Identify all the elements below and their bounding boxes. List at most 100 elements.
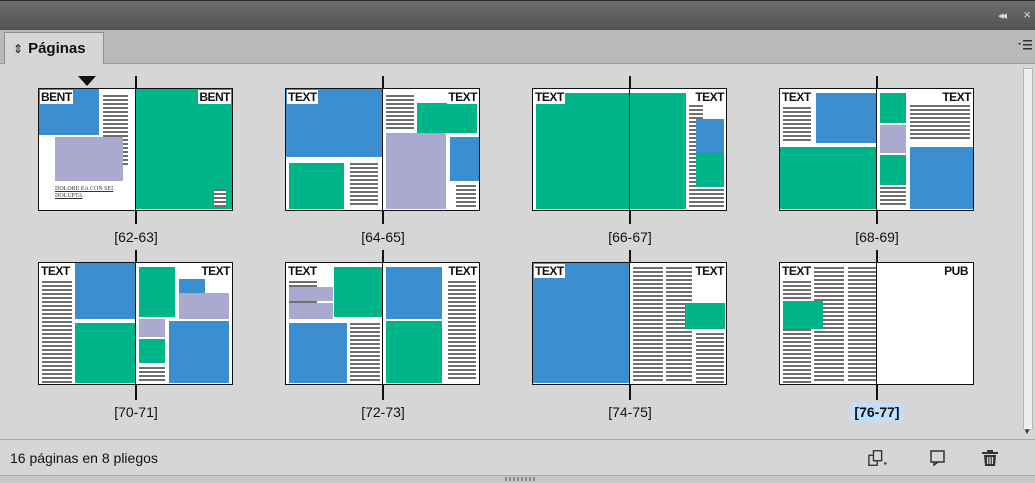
text-block [880,187,906,207]
status-bar: 16 páginas en 8 pliegos [0,439,1035,475]
image-block [386,321,442,383]
page-count-text: 16 páginas en 8 pliegos [10,450,158,466]
image-block [783,301,823,329]
image-block [289,287,333,301]
spread-label[interactable]: [70-71] [76,404,196,420]
spread-thumbnail[interactable]: TEXT TEXT [532,262,727,385]
left-master-tag: TEXT [781,264,812,278]
vertical-scrollbar[interactable]: ▼ [1019,64,1035,439]
spread-label[interactable]: [64-65] [323,229,443,245]
tab-pages[interactable]: ⇕ Páginas [4,32,104,64]
spread-thumbnail[interactable]: TEXT TEXT [285,88,480,211]
spread-label[interactable]: [62-63] [76,229,196,245]
left-master-tag: TEXT [534,90,565,104]
image-block [386,133,446,209]
spine [134,263,137,384]
spread-thumbnail[interactable]: TEXT TEXT [779,88,974,211]
image-block [880,93,906,123]
image-block [417,103,477,133]
image-block [910,147,973,209]
text-block [139,367,165,381]
image-block [880,125,906,153]
image-block [816,93,876,143]
image-block [139,319,165,337]
image-block [696,119,724,153]
spread-label[interactable]: [74-75] [570,404,690,420]
spread-label[interactable]: [68-69] [817,229,937,245]
spine [134,89,137,210]
grip-dots [505,477,535,481]
left-master-tag: TEXT [40,264,71,278]
image-block [533,263,629,383]
spread-label[interactable]: [72-73] [323,404,443,420]
page-size-icon[interactable] [868,448,888,468]
text-block [910,105,970,141]
pages-panel: ◂◂ × ⇕ Páginas BENT BENT DOLORE EA CON S… [0,0,1035,483]
left-master-tag: TEXT [287,264,318,278]
spread-label-selected[interactable]: [76-77] [817,403,937,421]
new-page-icon[interactable] [928,448,948,468]
spine [381,263,384,384]
up-down-arrows-icon: ⇕ [13,41,24,56]
panel-title-strip: ◂◂ × [0,0,1035,30]
image-block [75,263,135,319]
text-block [783,281,811,383]
selected-label-text: [76-77] [851,403,903,421]
right-master-tag: PUB [943,264,969,278]
image-block [179,279,205,293]
image-block [289,323,347,383]
image-block [169,321,229,383]
right-master-tag: TEXT [941,90,972,104]
text-block [386,95,414,129]
collapse-panel-icon[interactable]: ◂◂ [998,9,1007,22]
caption-text: DOLORE EA CON SEI DOLUPTA [55,186,114,199]
text-block [448,281,476,381]
image-block [55,137,123,181]
text-block [456,185,476,207]
panel-resize-grip[interactable] [0,475,1035,483]
spreads-area[interactable]: BENT BENT DOLORE EA CON SEI DOLUPTA [62-… [8,64,1018,439]
image-block [179,293,229,319]
spine [875,263,878,384]
right-master-tag: TEXT [200,264,231,278]
image-block [880,155,906,185]
text-block [696,333,724,383]
right-master-tag: TEXT [694,90,725,104]
right-master-tag: TEXT [447,264,478,278]
spine [381,89,384,210]
image-block [334,267,382,317]
image-block [536,93,686,209]
text-block [848,267,876,383]
close-icon[interactable]: × [1023,7,1031,22]
trash-icon[interactable] [980,448,1000,468]
spread-thumbnail[interactable]: TEXT TEXT [285,262,480,385]
spine [628,263,631,384]
left-master-tag: TEXT [781,90,812,104]
image-block [289,303,333,319]
right-master-tag: TEXT [447,90,478,104]
image-block [450,137,479,181]
spread-label[interactable]: [66-67] [570,229,690,245]
spread-thumbnail-selected[interactable]: TEXT PUB [779,262,974,385]
image-block [139,267,175,317]
scroll-thumb[interactable] [1023,68,1033,430]
left-master-tag: TEXT [287,90,318,104]
image-block [75,323,135,383]
left-master-tag: BENT [40,90,73,104]
text-block [696,189,724,207]
spread-thumbnail[interactable]: TEXT TEXT [38,262,233,385]
image-block [289,163,344,209]
scroll-down-arrow-icon[interactable]: ▼ [1023,427,1031,436]
spread-thumbnail[interactable]: BENT BENT DOLORE EA CON SEI DOLUPTA [38,88,233,211]
image-block [139,339,165,363]
left-master-tag: TEXT [534,264,565,278]
text-block [214,189,226,207]
image-block [696,153,724,187]
hamburger-menu-icon[interactable] [1017,36,1033,54]
image-block [780,147,876,209]
tab-label: Páginas [28,40,86,57]
right-master-tag: TEXT [694,264,725,278]
spread-thumbnail[interactable]: TEXT TEXT [532,88,727,211]
spine [628,89,631,210]
text-block [633,267,663,383]
